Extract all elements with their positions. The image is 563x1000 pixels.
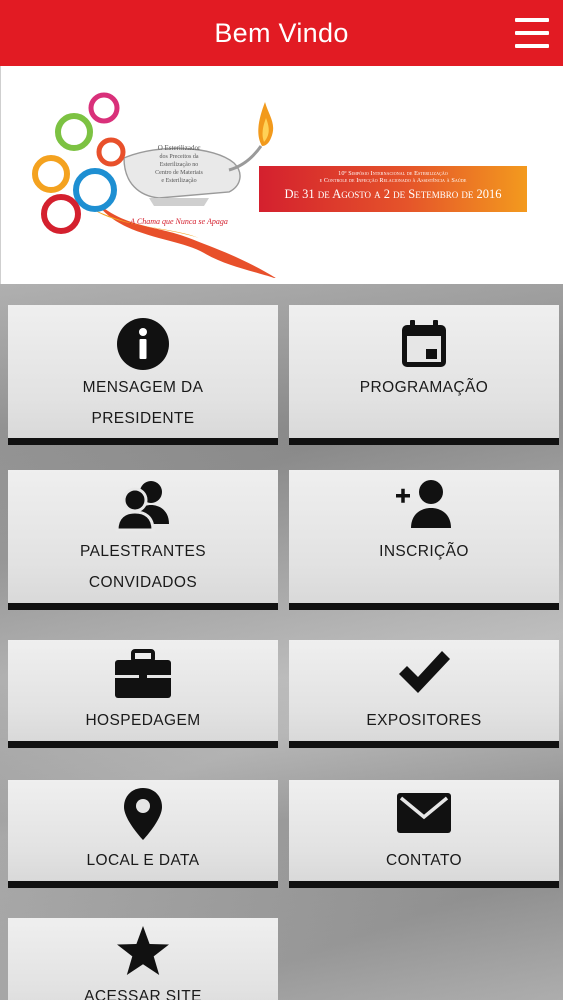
tile-inscricao[interactable]: INSCRIÇÃO bbox=[289, 470, 559, 610]
tile-contato[interactable]: CONTATO bbox=[289, 780, 559, 888]
tile-expositores[interactable]: EXPOSITORES bbox=[289, 640, 559, 748]
menu-bar bbox=[515, 31, 549, 35]
people-group-icon bbox=[115, 481, 169, 532]
envelope-icon bbox=[397, 793, 451, 833]
tile-programacao[interactable]: PROGRAMAÇÃO bbox=[289, 305, 559, 445]
tile-label: HOSPEDAGEM bbox=[85, 712, 201, 729]
tile-label: EXPOSITORES bbox=[366, 712, 482, 729]
event-dates: De 31 de Agosto a 2 de Setembro de 2016 bbox=[284, 187, 502, 201]
tile-label: PALESTRANTES bbox=[80, 543, 206, 560]
tile-acessar-site[interactable]: ACESSAR SITE bbox=[8, 918, 278, 1000]
tile-label: CONVIDADOS bbox=[88, 574, 198, 591]
menu-bar bbox=[515, 44, 549, 48]
event-info-strip: 10º Simpósio Internacional de Esteriliza… bbox=[259, 166, 527, 212]
star-icon bbox=[117, 926, 169, 975]
tile-label: PRESIDENTE bbox=[91, 410, 195, 427]
logo-text-1: O Esterilizador bbox=[158, 144, 201, 152]
app-header: Bem Vindo bbox=[0, 0, 563, 66]
logo-tagline: A Chama que Nunca se Apaga bbox=[129, 217, 228, 226]
checkmark-icon bbox=[399, 651, 450, 693]
add-user-icon bbox=[396, 480, 451, 528]
briefcase-icon bbox=[115, 649, 171, 698]
logo-text-3: Esterilização no bbox=[160, 162, 198, 168]
tile-hospedagem[interactable]: HOSPEDAGEM bbox=[8, 640, 278, 748]
tile-label: ACESSAR SITE bbox=[84, 988, 202, 1000]
event-logo: O Esterilizador dos Preceitos da Esteril… bbox=[32, 92, 276, 278]
menu-bar bbox=[515, 18, 549, 22]
tile-label: MENSAGEM DA bbox=[82, 379, 204, 396]
logo-text-2: dos Preceitos da bbox=[160, 154, 199, 160]
tile-label: INSCRIÇÃO bbox=[379, 543, 469, 560]
event-title-line2: e Controle de Infecção Relacionado à Ass… bbox=[319, 177, 467, 184]
hamburger-menu-icon[interactable] bbox=[515, 18, 549, 48]
event-title-line1: 10º Simpósio Internacional de Esteriliza… bbox=[338, 170, 448, 177]
tile-local-data[interactable]: LOCAL E DATA bbox=[8, 780, 278, 888]
calendar-icon bbox=[402, 320, 446, 367]
map-pin-icon bbox=[124, 788, 162, 840]
event-banner: O Esterilizador dos Preceitos da Esteril… bbox=[0, 66, 563, 284]
info-icon bbox=[117, 318, 169, 370]
tile-label: CONTATO bbox=[386, 852, 462, 869]
logo-text-5: e Esterilização bbox=[161, 178, 196, 184]
tile-mensagem-presidente[interactable]: MENSAGEM DA PRESIDENTE bbox=[8, 305, 278, 445]
tile-label: PROGRAMAÇÃO bbox=[359, 379, 489, 396]
page-title: Bem Vindo bbox=[214, 17, 349, 48]
tile-label: LOCAL E DATA bbox=[86, 852, 200, 869]
logo-text-4: Centro de Materiais bbox=[155, 170, 203, 176]
tile-palestrantes[interactable]: PALESTRANTES CONVIDADOS bbox=[8, 470, 278, 610]
